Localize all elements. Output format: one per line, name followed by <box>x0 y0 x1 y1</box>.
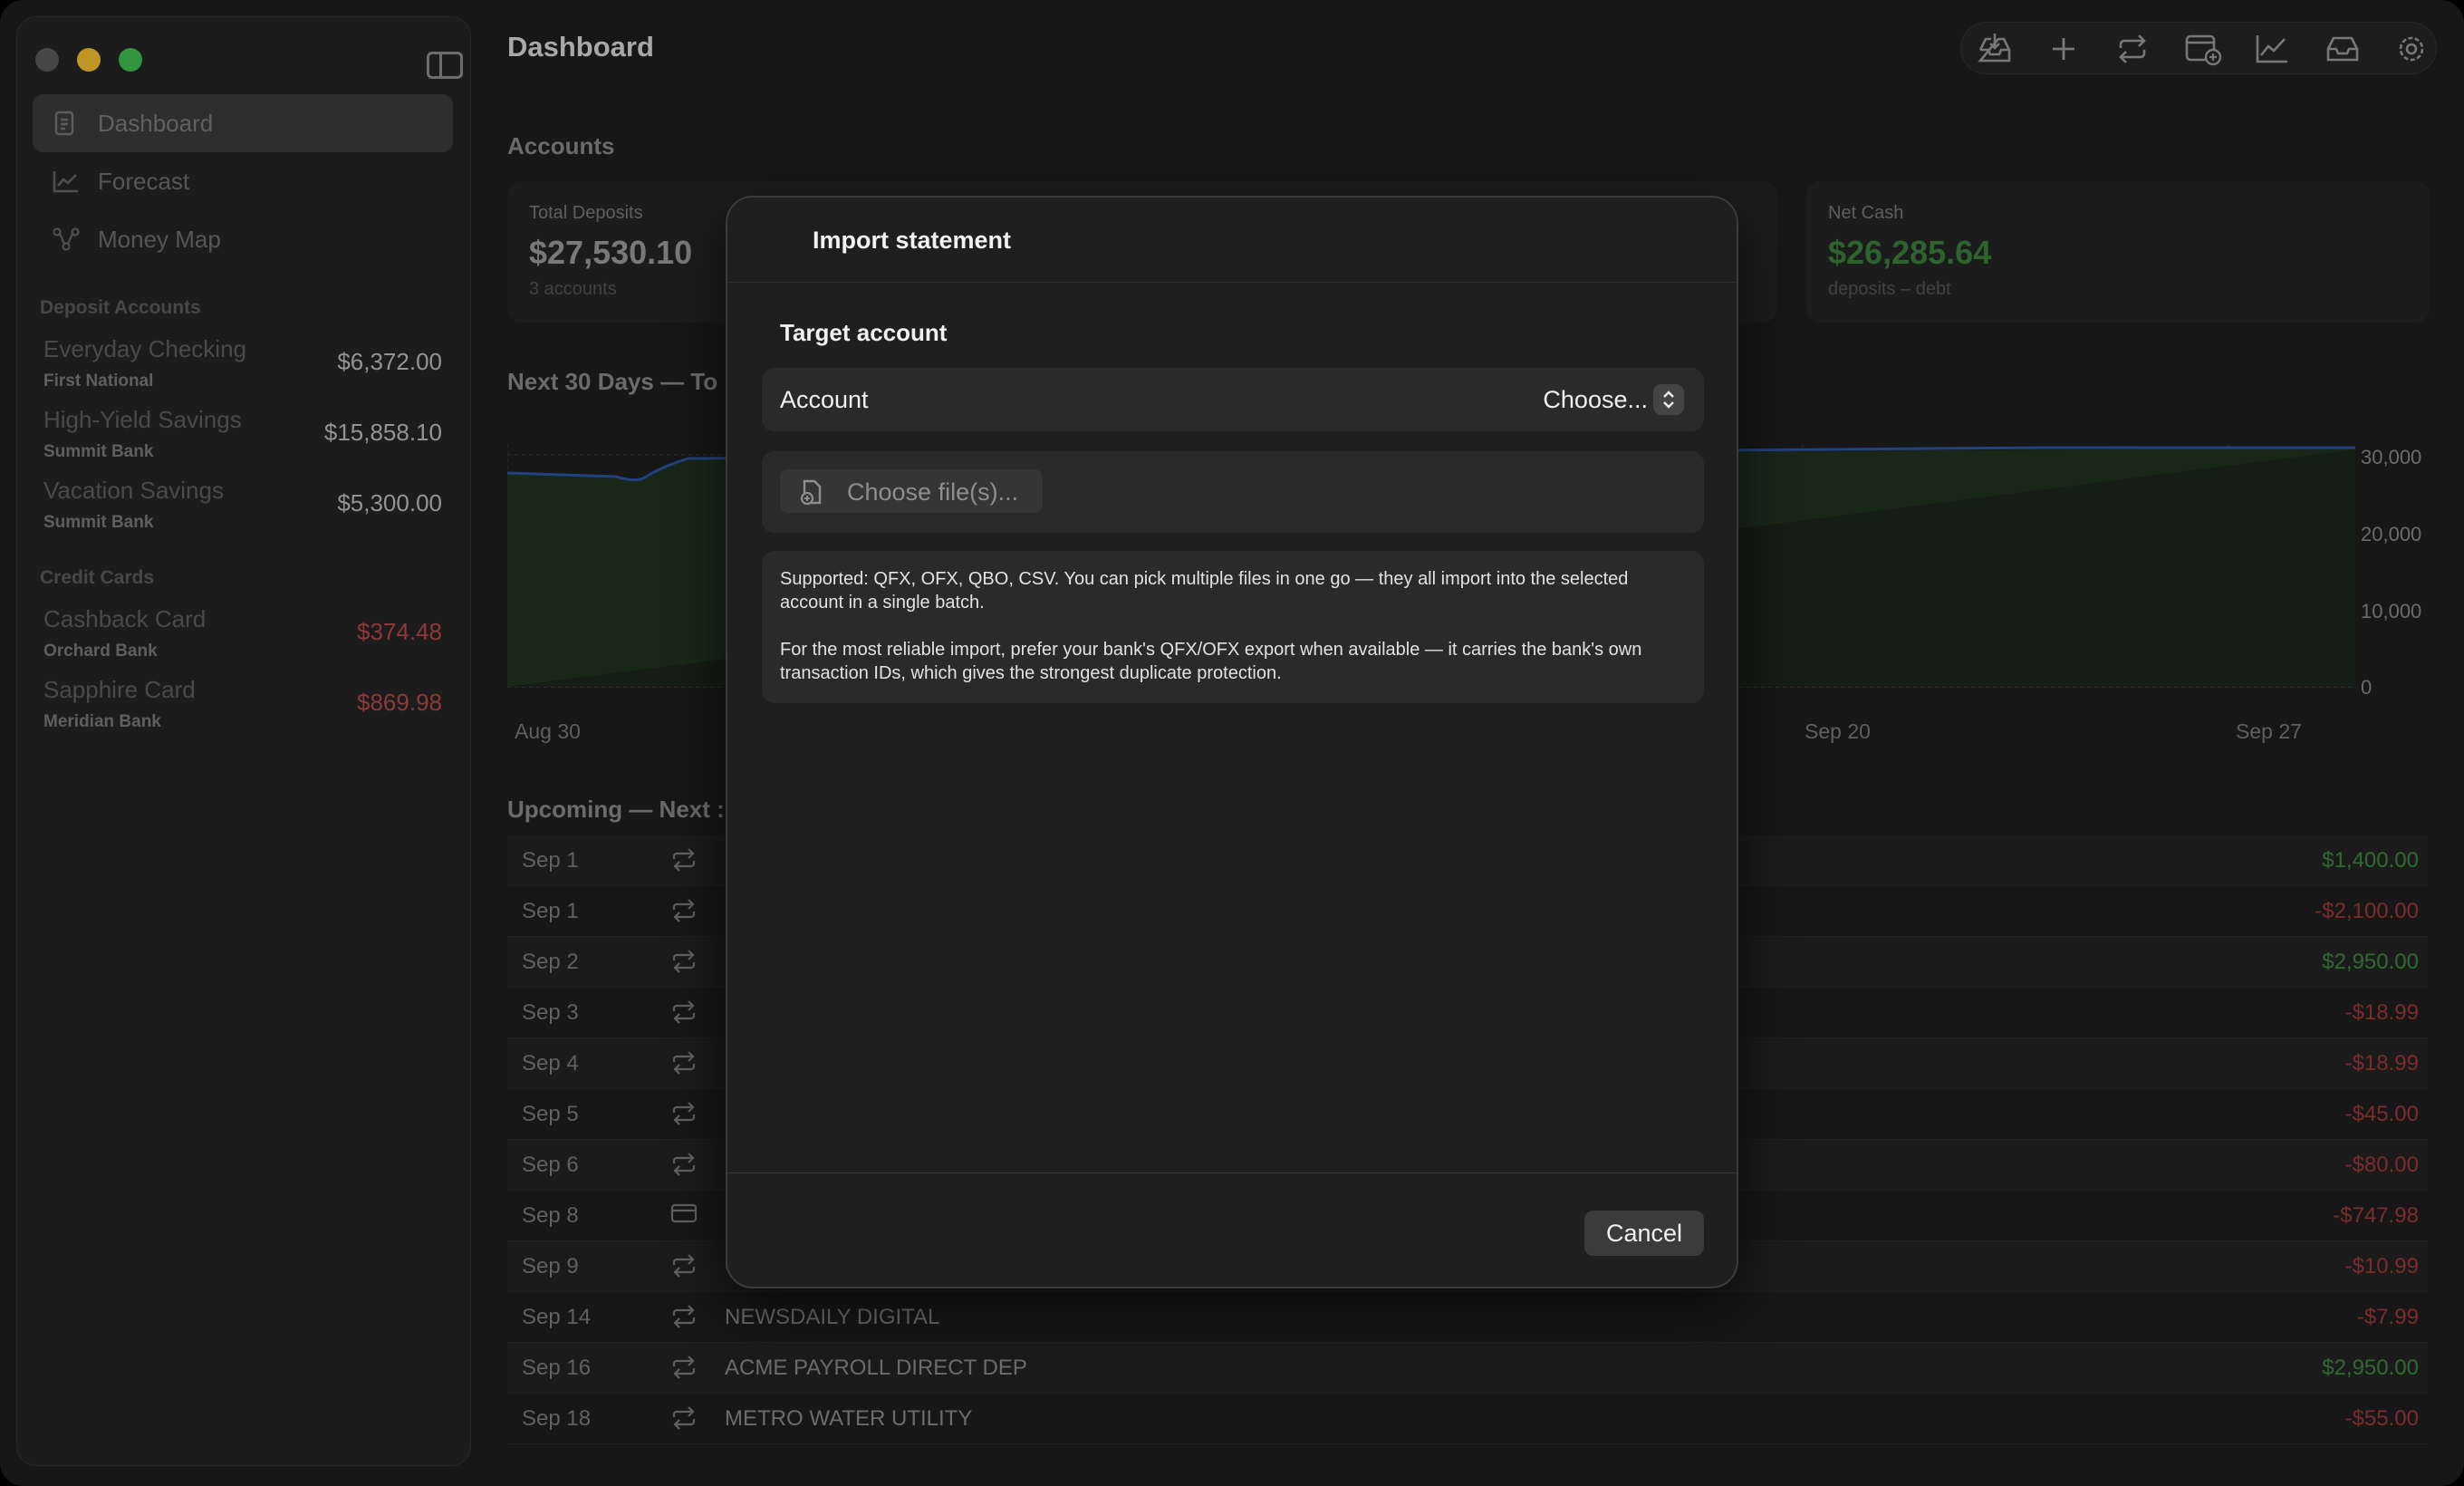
document-add-icon <box>800 479 822 506</box>
account-select-value[interactable]: Choose... <box>1543 386 1648 414</box>
account-label: Account <box>780 386 869 413</box>
account-picker-row[interactable]: Account Choose... <box>762 368 1704 431</box>
info-formats-text: Supported: QFX, OFX, QBO, CSV. You can p… <box>780 569 1629 613</box>
target-account-heading: Target account <box>780 319 948 346</box>
dialog-footer-divider <box>727 1172 1737 1173</box>
chevron-up-down-icon[interactable] <box>1653 384 1684 415</box>
app-window: Dashboard Forecast Money Map Deposit Acc… <box>0 0 2464 1486</box>
choose-files-label: Choose file(s)... <box>847 478 1019 506</box>
import-statement-dialog: Import statement Target account Account … <box>726 196 1738 1288</box>
choose-files-button[interactable]: Choose file(s)... <box>780 469 1043 513</box>
supported-formats-info: Supported: QFX, OFX, QBO, CSV. You can p… <box>762 551 1704 703</box>
info-tip-text: For the most reliable import, prefer you… <box>780 640 1642 683</box>
file-picker-row: Choose file(s)... <box>762 451 1704 533</box>
dialog-header: Import statement <box>727 198 1737 283</box>
cancel-button[interactable]: Cancel <box>1584 1211 1704 1256</box>
dialog-title: Import statement <box>813 227 1012 254</box>
